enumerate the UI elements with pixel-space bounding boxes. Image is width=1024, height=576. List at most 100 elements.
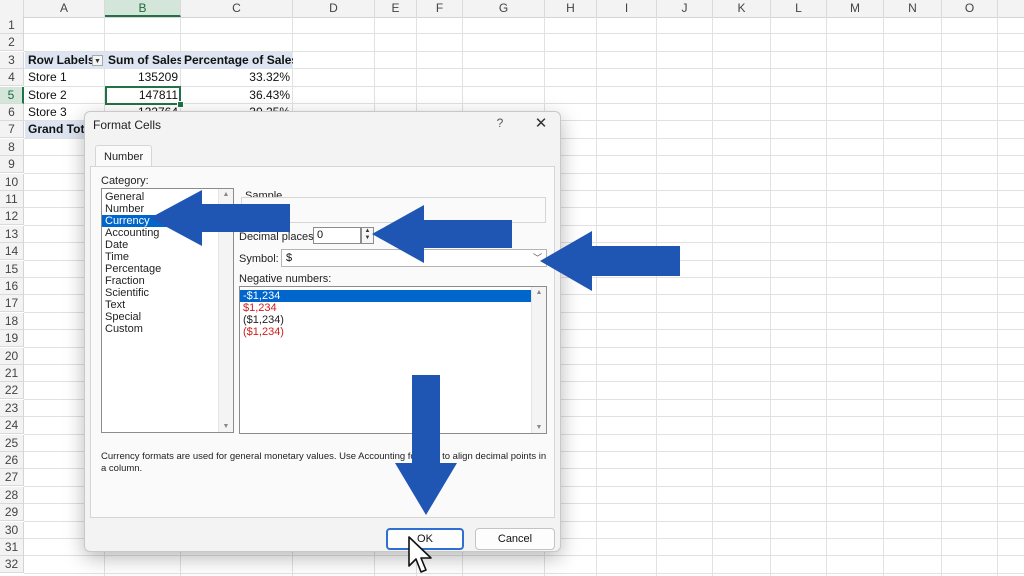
row-header-5[interactable]: 5: [0, 86, 24, 104]
column-header-i[interactable]: I: [597, 0, 657, 17]
scroll-down-icon[interactable]: ▼: [532, 424, 546, 431]
column-header-p[interactable]: P: [998, 0, 1024, 17]
row-header-15[interactable]: 15: [0, 260, 24, 278]
column-header-h[interactable]: H: [545, 0, 597, 17]
gridline-horizontal: [24, 33, 1024, 35]
category-item-percentage[interactable]: Percentage: [102, 263, 219, 275]
symbol-label: Symbol:: [239, 253, 279, 265]
pivot-header-percentage-of-sales[interactable]: Percentage of Sales: [181, 52, 293, 69]
row-header-6[interactable]: 6: [0, 104, 24, 121]
close-icon[interactable]: ✕: [533, 114, 549, 132]
row-header-30[interactable]: 30: [0, 521, 24, 539]
column-header-o[interactable]: O: [942, 0, 998, 17]
column-header-a[interactable]: A: [24, 0, 105, 17]
row-header-29[interactable]: 29: [0, 504, 24, 522]
tab-number[interactable]: Number: [95, 145, 153, 168]
negative-number-option[interactable]: -$1,234: [240, 290, 532, 302]
gridline-vertical: [596, 17, 597, 576]
row-header-20[interactable]: 20: [0, 347, 24, 365]
row-header-27[interactable]: 27: [0, 469, 24, 487]
column-header-k[interactable]: K: [713, 0, 771, 17]
row-header-4[interactable]: 4: [0, 69, 24, 87]
row-header-25[interactable]: 25: [0, 434, 24, 452]
pivot-row-pct[interactable]: 36.43%: [181, 87, 293, 104]
category-description: Currency formats are used for general mo…: [101, 451, 547, 474]
row-header-31[interactable]: 31: [0, 539, 24, 556]
row-header-7[interactable]: 7: [0, 121, 24, 139]
row-header-13[interactable]: 13: [0, 225, 24, 243]
row-header-21[interactable]: 21: [0, 365, 24, 382]
cancel-button[interactable]: Cancel: [475, 528, 555, 550]
pivot-row-pct[interactable]: 33.32%: [181, 69, 293, 86]
row-header-3[interactable]: 3: [0, 51, 24, 69]
gridline-vertical: [712, 17, 713, 576]
column-header-n[interactable]: N: [884, 0, 942, 17]
column-header-row: ABCDEFGHIJKLMNOP: [0, 0, 1024, 18]
row-header-32[interactable]: 32: [0, 556, 24, 574]
column-header-e[interactable]: E: [375, 0, 417, 17]
row-header-11[interactable]: 11: [0, 191, 24, 208]
dialog-title: Format Cells: [93, 118, 162, 132]
select-all-corner[interactable]: [0, 0, 24, 17]
negative-number-option[interactable]: ($1,234): [240, 326, 532, 338]
mouse-cursor-icon: [408, 536, 432, 573]
row-header-17[interactable]: 17: [0, 295, 24, 313]
row-header-26[interactable]: 26: [0, 452, 24, 469]
row-header-8[interactable]: 8: [0, 138, 24, 156]
row-header-14[interactable]: 14: [0, 243, 24, 261]
row-header-1[interactable]: 1: [0, 17, 24, 34]
column-header-m[interactable]: M: [827, 0, 884, 17]
scroll-down-icon[interactable]: ▼: [219, 423, 233, 430]
negative-number-option[interactable]: ($1,234): [240, 314, 532, 326]
column-header-b[interactable]: B: [105, 0, 181, 17]
active-cell-border: [105, 86, 181, 105]
row-header-9[interactable]: 9: [0, 156, 24, 174]
category-item-special[interactable]: Special: [102, 311, 219, 323]
row-header-18[interactable]: 18: [0, 312, 24, 330]
category-item-time[interactable]: Time: [102, 251, 219, 263]
category-item-fraction[interactable]: Fraction: [102, 275, 219, 287]
row-header-10[interactable]: 10: [0, 173, 24, 191]
pivot-header-sum-of-sales[interactable]: Sum of Sales: [105, 52, 181, 69]
category-label: Category:: [101, 175, 149, 187]
arrow-pointer-icon: [395, 375, 457, 515]
filter-dropdown-icon[interactable]: ▼: [92, 55, 103, 66]
row-header-22[interactable]: 22: [0, 382, 24, 400]
gridline-vertical: [770, 17, 771, 576]
column-header-j[interactable]: J: [657, 0, 713, 17]
format-cells-dialog[interactable]: Format Cells ? ✕ Number Category: Genera…: [84, 111, 561, 552]
column-header-c[interactable]: C: [181, 0, 293, 17]
arrow-pointer-icon: [372, 205, 512, 263]
negative-number-option[interactable]: $1,234: [240, 302, 532, 314]
column-header-f[interactable]: F: [417, 0, 463, 17]
category-item-text[interactable]: Text: [102, 299, 219, 311]
column-header-l[interactable]: L: [771, 0, 827, 17]
pivot-row-label[interactable]: Store 2: [25, 87, 105, 104]
gridline-vertical: [941, 17, 942, 576]
row-header-16[interactable]: 16: [0, 278, 24, 295]
row-header-12[interactable]: 12: [0, 208, 24, 226]
category-item-scientific[interactable]: Scientific: [102, 287, 219, 299]
arrow-pointer-icon: [540, 231, 680, 291]
negative-numbers-listbox[interactable]: -$1,234 $1,234 ($1,234) ($1,234) ▲ ▼: [239, 286, 547, 434]
symbol-value: $: [286, 252, 293, 264]
row-header-19[interactable]: 19: [0, 330, 24, 348]
pivot-header-row-labels-text: Row Labels: [28, 53, 95, 67]
gridline-vertical: [826, 17, 827, 576]
category-item-custom[interactable]: Custom: [102, 323, 219, 335]
gridline-vertical: [656, 17, 657, 576]
pivot-row-sales[interactable]: 135209: [105, 69, 181, 86]
decimal-places-input[interactable]: 0: [313, 227, 361, 244]
column-header-g[interactable]: G: [463, 0, 545, 17]
negative-numbers-scrollbar[interactable]: ▲ ▼: [531, 287, 546, 433]
negative-numbers-label: Negative numbers:: [239, 273, 332, 285]
row-header-28[interactable]: 28: [0, 486, 24, 504]
pivot-row-label[interactable]: Store 1: [25, 69, 105, 86]
row-header-2[interactable]: 2: [0, 34, 24, 52]
column-header-d[interactable]: D: [293, 0, 375, 17]
row-header-23[interactable]: 23: [0, 399, 24, 417]
arrow-pointer-icon: [150, 190, 290, 246]
gridline-horizontal: [24, 572, 1024, 574]
help-icon[interactable]: ?: [493, 116, 507, 130]
row-header-24[interactable]: 24: [0, 417, 24, 435]
